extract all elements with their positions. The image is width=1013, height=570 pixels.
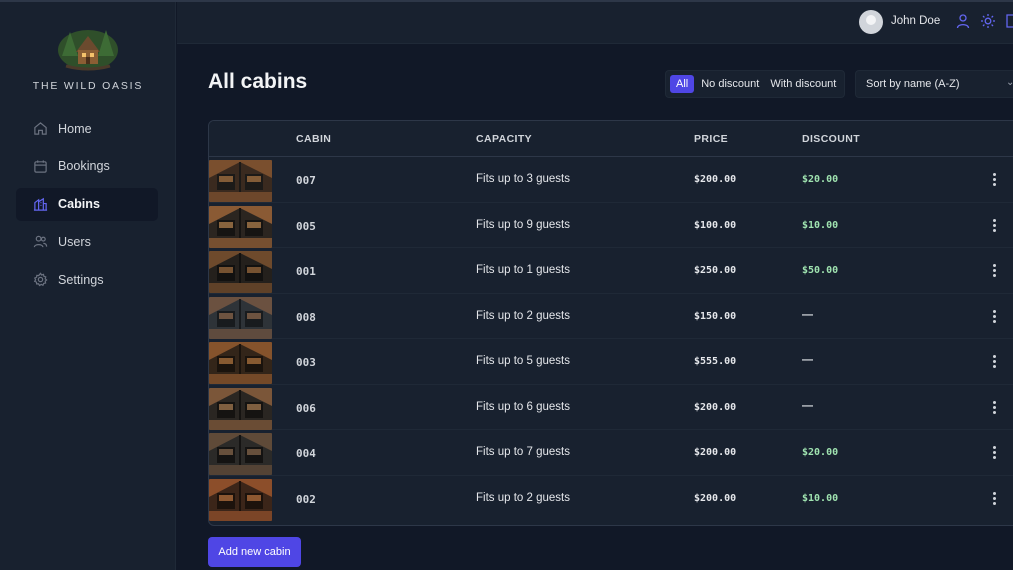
table-row: 007 Fits up to 3 guests $200.00 $20.00 <box>209 157 1013 203</box>
cabin-discount: — <box>802 354 813 366</box>
sidebar-item-label: Users <box>58 234 91 249</box>
cabin-image <box>209 296 272 339</box>
cabin-image <box>209 205 272 248</box>
cabin-price: $250.00 <box>694 265 737 276</box>
cabin-price: $200.00 <box>694 447 737 458</box>
discount-filter: All No discount With discount <box>665 70 845 98</box>
cabin-image <box>209 433 272 475</box>
cabin-image <box>209 387 272 430</box>
cabin-image <box>209 342 272 384</box>
cabin-discount: — <box>802 308 813 321</box>
avatar[interactable] <box>859 10 883 34</box>
cabin-discount: — <box>802 399 813 412</box>
cabin-capacity: Fits up to 9 guests <box>476 218 570 231</box>
sort-select[interactable]: Sort by name (A-Z) ⌄ <box>855 70 1013 98</box>
cabin-price: $200.00 <box>694 492 737 504</box>
column-header-cabin: CABIN <box>296 133 332 145</box>
cabin-price: $200.00 <box>694 401 737 413</box>
row-menu-icon[interactable] <box>987 444 1001 462</box>
building-icon <box>33 197 48 211</box>
cabin-capacity: Fits up to 7 guests <box>476 446 570 458</box>
sidebar-item-settings[interactable]: Settings <box>16 263 158 296</box>
cabin-name: 002 <box>296 492 316 506</box>
gear-icon <box>33 272 48 287</box>
table-row: 008 Fits up to 2 guests $150.00 — <box>209 293 1013 339</box>
table-body: 007 Fits up to 3 guests $200.00 $20.00 0… <box>209 157 1013 521</box>
column-header-discount: DISCOUNT <box>802 133 861 145</box>
page-title: All cabins <box>208 70 308 93</box>
table-row: 003 Fits up to 5 guests $555.00 — <box>209 339 1013 385</box>
sort-selected-value: Sort by name (A-Z) <box>866 78 960 90</box>
sidebar-item-cabins[interactable]: Cabins <box>16 187 158 221</box>
cabin-price: $555.00 <box>694 356 737 367</box>
sidebar-item-label: Bookings <box>58 159 110 174</box>
cabin-capacity: Fits up to 5 guests <box>476 355 570 367</box>
cabin-price: $200.00 <box>694 174 737 185</box>
row-menu-icon[interactable] <box>987 217 1001 235</box>
filter-no-discount-button[interactable]: No discount <box>697 75 763 93</box>
filter-with-discount-button[interactable]: With discount <box>766 75 840 93</box>
sidebar-item-home[interactable]: Home <box>16 112 158 145</box>
table-row: 001 Fits up to 1 guests $250.00 $50.00 <box>209 248 1013 294</box>
sidebar-item-label: Home <box>58 121 92 136</box>
row-menu-icon[interactable] <box>987 490 1001 508</box>
sidebar-item-bookings[interactable]: Bookings <box>16 150 158 183</box>
chevron-down-icon: ⌄ <box>1006 77 1013 88</box>
cabin-image <box>209 478 272 521</box>
row-menu-icon[interactable] <box>987 353 1001 371</box>
cabins-table: CABIN CAPACITY PRICE DISCOUNT 007 Fits u… <box>208 120 1013 526</box>
username: John Doe <box>891 15 941 27</box>
filter-all-button[interactable]: All <box>670 75 695 93</box>
cabin-image <box>209 160 272 202</box>
cabin-capacity: Fits up to 2 guests <box>476 491 570 504</box>
cabin-discount: $20.00 <box>802 447 839 458</box>
cabin-price: $100.00 <box>694 219 737 231</box>
row-menu-icon[interactable] <box>987 262 1001 280</box>
user-icon[interactable] <box>955 13 971 29</box>
cabin-logo-icon <box>58 30 118 71</box>
cabin-name: 007 <box>296 174 316 187</box>
logout-icon[interactable] <box>1005 13 1013 29</box>
users-icon <box>33 236 48 248</box>
cabin-capacity: Fits up to 3 guests <box>476 173 570 185</box>
table-row: 004 Fits up to 7 guests $200.00 $20.00 <box>209 430 1013 476</box>
row-menu-icon[interactable] <box>987 308 1001 326</box>
row-menu-icon[interactable] <box>987 399 1001 417</box>
cabin-discount: $50.00 <box>802 265 839 276</box>
calendar-icon <box>34 160 47 173</box>
add-new-cabin-button[interactable]: Add new cabin <box>208 537 301 567</box>
cabin-discount: $10.00 <box>802 492 839 504</box>
cabin-name: 003 <box>296 356 316 369</box>
sidebar-nav: Home Bookings Cabins Users Settings <box>16 112 158 301</box>
cabin-name: 004 <box>296 447 316 460</box>
cabin-image <box>209 251 272 293</box>
cabin-capacity: Fits up to 6 guests <box>476 400 570 413</box>
cabin-name: 001 <box>296 265 316 278</box>
sidebar-item-users[interactable]: Users <box>16 225 158 258</box>
cabin-discount: $20.00 <box>802 174 839 185</box>
cabin-discount: $10.00 <box>802 219 839 231</box>
table-row: 006 Fits up to 6 guests $200.00 — <box>209 384 1013 430</box>
table-header: CABIN CAPACITY PRICE DISCOUNT <box>209 121 1013 157</box>
sidebar: THE WILD OASIS Home Bookings Cabins User… <box>0 2 176 570</box>
brand-name: THE WILD OASIS <box>32 80 144 92</box>
cabin-name: 008 <box>296 310 316 324</box>
table-row: 002 Fits up to 2 guests $200.00 $10.00 <box>209 475 1013 521</box>
table-row: 005 Fits up to 9 guests $100.00 $10.00 <box>209 202 1013 248</box>
column-header-capacity: CAPACITY <box>476 133 533 145</box>
sidebar-item-label: Cabins <box>58 197 100 212</box>
cabin-capacity: Fits up to 1 guests <box>476 264 570 276</box>
sun-icon[interactable] <box>980 13 996 29</box>
cabin-name: 006 <box>296 401 316 415</box>
cabin-name: 005 <box>296 219 316 233</box>
sidebar-item-label: Settings <box>58 272 104 287</box>
cabin-capacity: Fits up to 2 guests <box>476 309 570 322</box>
home-icon <box>34 122 47 135</box>
row-menu-icon[interactable] <box>987 171 1001 189</box>
top-header: John Doe <box>177 2 1013 44</box>
cabin-price: $150.00 <box>694 310 737 322</box>
column-header-price: PRICE <box>694 133 729 145</box>
